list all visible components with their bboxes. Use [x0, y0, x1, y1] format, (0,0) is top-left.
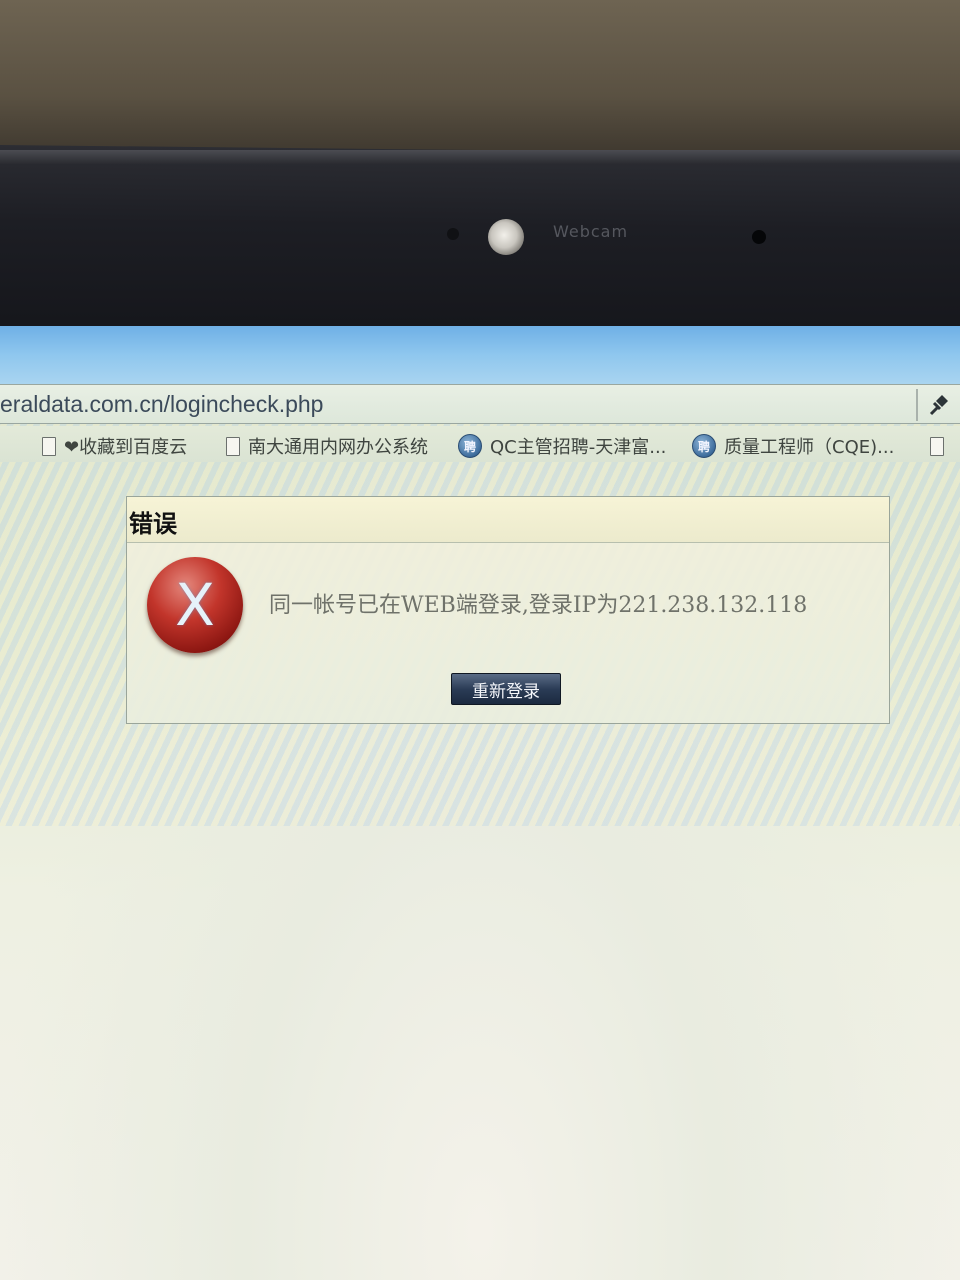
browser-title-bar [0, 326, 960, 384]
bookmark-item-overflow[interactable] [930, 434, 944, 458]
webcam-sensor-dot [447, 228, 459, 240]
bookmark-label: 质量工程师（CQE)... [724, 437, 895, 458]
page-icon [930, 436, 944, 456]
error-x-icon: X [147, 557, 243, 653]
webcam-indicator-dot [752, 230, 766, 244]
error-message: 同一帐号已在WEB端登录,登录IP为221.238.132.118 [269, 593, 808, 618]
error-dialog: 错误 X 同一帐号已在WEB端登录,登录IP为221.238.132.118 重… [126, 496, 890, 724]
address-bar[interactable]: eraldata.com.cn/logincheck.php [0, 384, 960, 424]
address-separator [916, 389, 918, 421]
relogin-button[interactable]: 重新登录 [451, 673, 561, 705]
bookmark-label: ❤收藏到百度云 [64, 437, 188, 458]
background-wall [0, 0, 960, 160]
bookmark-item[interactable]: 聘 质量工程师（CQE)... [692, 434, 894, 458]
error-x-glyph: X [175, 571, 215, 639]
screen: eraldata.com.cn/logincheck.php ❤收藏到百度云 南… [0, 326, 960, 1280]
dialog-header: 错误 [127, 497, 889, 543]
address-url[interactable]: eraldata.com.cn/logincheck.php [0, 391, 323, 418]
webcam-label: Webcam [553, 222, 629, 241]
pin-icon[interactable] [926, 391, 952, 419]
webcam-lens [488, 219, 524, 255]
globe-icon: 聘 [458, 434, 482, 458]
bookmark-label: 南大通用内网办公系统 [248, 437, 428, 458]
bookmark-item[interactable]: ❤收藏到百度云 [42, 434, 187, 458]
dialog-title: 错误 [129, 510, 177, 538]
bookmark-label: QC主管招聘-天津富... [490, 437, 667, 458]
laptop-bezel-edge [0, 150, 960, 164]
bookmark-item[interactable]: 聘 QC主管招聘-天津富... [458, 434, 666, 458]
laptop-bezel [0, 144, 960, 346]
bookmarks-bar: ❤收藏到百度云 南大通用内网办公系统 聘 QC主管招聘-天津富... 聘 质量工… [0, 426, 960, 462]
bookmark-item[interactable]: 南大通用内网办公系统 [226, 434, 428, 458]
page-icon [226, 436, 240, 456]
globe-icon: 聘 [692, 434, 716, 458]
page-icon [42, 436, 56, 456]
